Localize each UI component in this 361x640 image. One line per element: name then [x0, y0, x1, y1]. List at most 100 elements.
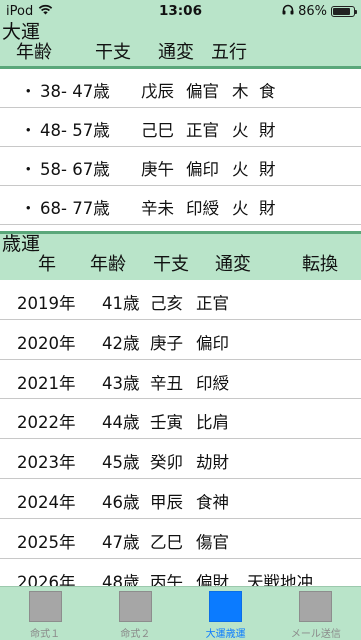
saiun-col-tenkan: 転換 [302, 254, 338, 275]
saiun-age: 46歳 [102, 492, 140, 512]
status-bar: iPod 13:06 86% [0, 0, 361, 22]
taiun-age: 48- 57歳 [40, 121, 110, 140]
tab-mail[interactable]: メール送信 [271, 587, 361, 640]
taiun-kanshi: 戊辰 [141, 82, 174, 101]
taiun-gogyo-1: 火 [232, 199, 249, 218]
row-bullet: ・ [20, 121, 37, 140]
taiun-age: 68- 77歳 [40, 199, 110, 218]
saiun-age: 44歳 [102, 413, 140, 433]
taiun-gogyo-1: 木 [232, 82, 249, 101]
tab-meishiki-2[interactable]: 命式２ [90, 587, 180, 640]
taiun-saiun-tab-icon [209, 591, 243, 622]
taiun-gogyo-2: 財 [259, 199, 276, 218]
saiun-kanshi: 癸卯 [150, 453, 183, 473]
tab-label: 命式２ [120, 629, 151, 640]
row-bullet: ・ [20, 160, 37, 179]
saiun-year: 2024年 [17, 492, 76, 512]
saiun-tsuhen: 正官 [196, 294, 229, 313]
saiun-age: 43歳 [102, 373, 140, 393]
taiun-row[interactable]: ・ 68- 77歳 辛未 印綬 火 財 [0, 186, 361, 225]
saiun-kanshi: 庚子 [150, 333, 183, 353]
taiun-age: 58- 67歳 [40, 160, 110, 179]
taiun-kanshi: 己巳 [141, 121, 174, 140]
row-bullet: ・ [20, 82, 37, 101]
tab-bar: 命式１ 命式２ 大運歳運 メール送信 [0, 586, 361, 640]
tab-label: 大運歳運 [205, 629, 246, 640]
battery-icon [331, 5, 357, 17]
taiun-column-headers: 年齢 干支 通変 五行 [2, 42, 361, 66]
mail-tab-icon [299, 591, 333, 622]
saiun-header: 歳運 年 年齢 干支 通変 転換 [0, 234, 361, 278]
taiun-tsuhen: 偏印 [186, 160, 219, 179]
saiun-title: 歳運 [2, 233, 41, 255]
saiun-column-headers: 年 年齢 干支 通変 転換 [2, 254, 361, 278]
saiun-row[interactable]: 2020年 42歳 庚子 偏印 [0, 320, 361, 360]
taiun-col-tsuhen: 通変 [158, 42, 194, 63]
saiun-tsuhen: 印綬 [196, 373, 229, 393]
tab-label: 命式１ [30, 629, 61, 640]
taiun-title: 大運 [2, 21, 41, 43]
status-right: 86% [282, 3, 357, 19]
saiun-tsuhen: 食神 [196, 492, 229, 512]
saiun-tsuhen: 劫財 [196, 453, 229, 473]
taiun-header: 大運 年齢 干支 通変 五行 [0, 22, 361, 66]
taiun-age: 38- 47歳 [40, 82, 110, 101]
saiun-age: 41歳 [102, 294, 140, 313]
taiun-col-gogyo: 五行 [211, 42, 247, 63]
taiun-col-kanshi: 干支 [95, 42, 131, 63]
saiun-year: 2022年 [17, 413, 76, 433]
taiun-tsuhen: 印綬 [186, 199, 219, 218]
taiun-gogyo-2: 財 [259, 160, 276, 179]
taiun-kanshi: 庚午 [141, 160, 174, 179]
device-name: iPod [6, 3, 34, 19]
saiun-kanshi: 乙巳 [150, 532, 183, 552]
saiun-year: 2020年 [17, 333, 76, 353]
tab-taiun-saiun[interactable]: 大運歳運 [181, 587, 271, 640]
taiun-tsuhen: 正官 [186, 121, 219, 140]
saiun-year: 2023年 [17, 453, 76, 473]
saiun-col-tsuhen: 通変 [215, 254, 251, 275]
saiun-col-age: 年齢 [90, 254, 126, 275]
saiun-row[interactable]: 2025年 47歳 乙巳 傷官 [0, 519, 361, 559]
status-left: iPod [6, 4, 53, 19]
saiun-year: 2019年 [17, 294, 76, 313]
saiun-year: 2025年 [17, 532, 76, 552]
saiun-col-year: 年 [38, 254, 56, 275]
taiun-gogyo-1: 火 [232, 121, 249, 140]
saiun-row[interactable]: 2024年 46歳 甲辰 食神 [0, 479, 361, 519]
taiun-row[interactable]: ・ 58- 67歳 庚午 偏印 火 財 [0, 147, 361, 186]
taiun-gogyo-2: 食 [259, 82, 276, 101]
saiun-row[interactable]: 2021年 43歳 辛丑 印綬 [0, 360, 361, 400]
saiun-row[interactable]: 2022年 44歳 壬寅 比肩 [0, 399, 361, 440]
taiun-kanshi: 辛未 [141, 199, 174, 218]
taiun-row[interactable]: ・ 38- 47歳 戊辰 偏官 木 食 [0, 69, 361, 108]
saiun-kanshi: 壬寅 [150, 413, 183, 433]
saiun-age: 42歳 [102, 333, 140, 353]
tab-meishiki-1[interactable]: 命式１ [0, 587, 90, 640]
meishiki1-tab-icon [28, 591, 62, 622]
taiun-col-age: 年齢 [16, 42, 52, 63]
row-bullet: ・ [20, 199, 37, 218]
taiun-gogyo-1: 火 [232, 160, 249, 179]
saiun-tsuhen: 傷官 [196, 532, 229, 552]
wifi-icon [38, 4, 53, 19]
taiun-row[interactable]: ・ 48- 57歳 己巳 正官 火 財 [0, 108, 361, 147]
saiun-kanshi: 甲辰 [150, 492, 183, 512]
saiun-list: 2019年 41歳 己亥 正官 2020年 42歳 庚子 偏印 2021年 43… [0, 280, 361, 599]
saiun-kanshi: 己亥 [150, 294, 183, 313]
saiun-row[interactable]: 2023年 45歳 癸卯 劫財 [0, 439, 361, 479]
tab-label: メール送信 [290, 629, 341, 640]
saiun-year: 2021年 [17, 373, 76, 393]
saiun-kanshi: 辛丑 [150, 373, 183, 393]
saiun-age: 45歳 [102, 453, 140, 473]
battery-percent: 86% [298, 3, 327, 19]
saiun-tsuhen: 比肩 [196, 413, 229, 433]
meishiki2-tab-icon [118, 591, 152, 622]
saiun-tsuhen: 偏印 [196, 333, 229, 353]
saiun-col-kanshi: 干支 [153, 254, 189, 275]
saiun-row[interactable]: 2019年 41歳 己亥 正官 [0, 280, 361, 320]
taiun-tsuhen: 偏官 [186, 82, 219, 101]
taiun-list: ・ 38- 47歳 戊辰 偏官 木 食 ・ 48- 57歳 己巳 正官 火 財 … [0, 69, 361, 225]
headphones-icon [282, 4, 294, 19]
taiun-gogyo-2: 財 [259, 121, 276, 140]
